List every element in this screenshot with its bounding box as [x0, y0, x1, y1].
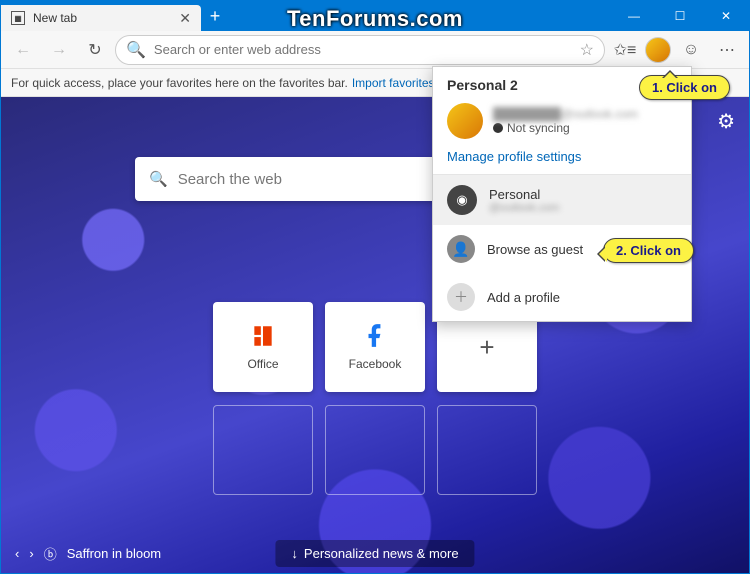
avatar-icon	[447, 103, 483, 139]
feedback-button[interactable]: ☺	[675, 34, 707, 66]
switch-profile-personal[interactable]: ◉ Personal @outlook.com	[433, 175, 691, 225]
favorites-bar-text: For quick access, place your favorites h…	[11, 76, 348, 90]
sync-dot-icon	[493, 123, 503, 133]
tile-placeholder	[325, 405, 425, 495]
window-controls: — ☐ ✕	[611, 1, 749, 31]
profile-name: Personal	[489, 187, 559, 202]
manage-profile-link[interactable]: Manage profile settings	[433, 145, 691, 174]
prev-image-button[interactable]: ‹	[15, 546, 19, 561]
image-caption: Saffron in bloom	[67, 546, 161, 561]
favorite-star-icon[interactable]: ☆	[580, 40, 594, 60]
search-icon: 🔍	[149, 170, 168, 188]
annotation-callout-1: 1. Click on	[639, 75, 730, 100]
current-profile: ████████@outlook.com Not syncing	[433, 97, 691, 145]
chevron-down-icon: ↓	[291, 546, 298, 561]
profile-button[interactable]	[645, 37, 671, 63]
new-tab-button[interactable]: +	[201, 1, 229, 31]
maximize-button[interactable]: ☐	[657, 1, 703, 31]
search-icon: 🔍	[126, 40, 146, 60]
sync-status: Not syncing	[493, 121, 638, 135]
profile-flyout: Personal 2 ████████@outlook.com Not sync…	[432, 66, 692, 322]
import-favorites-link[interactable]: Import favorites	[352, 76, 435, 90]
bing-icon: ⓑ	[44, 544, 57, 563]
plus-icon: +	[479, 332, 494, 363]
address-input[interactable]	[154, 42, 572, 57]
guest-icon: 👤	[447, 235, 475, 263]
tab-favicon: ▦	[11, 11, 25, 25]
refresh-button[interactable]: ↻	[79, 34, 111, 66]
tab-title: New tab	[33, 11, 171, 25]
back-button[interactable]: ←	[7, 34, 39, 66]
add-profile-icon: ＋	[447, 283, 475, 311]
minimize-button[interactable]: —	[611, 1, 657, 31]
titlebar: ▦ New tab ✕ + — ☐ ✕	[1, 1, 749, 31]
avatar-icon: ◉	[447, 185, 477, 215]
tile-label: Office	[247, 357, 278, 371]
page-settings-button[interactable]: ⚙	[717, 109, 735, 134]
close-button[interactable]: ✕	[703, 1, 749, 31]
news-toggle[interactable]: ↓ Personalized news & more	[275, 540, 474, 567]
favorites-button[interactable]: ✩≡	[609, 34, 641, 66]
profile-email: @outlook.com	[489, 202, 559, 214]
quick-links-row2	[213, 405, 537, 495]
news-label: Personalized news & more	[304, 546, 459, 561]
annotation-callout-2: 2. Click on	[603, 238, 694, 263]
browser-tab[interactable]: ▦ New tab ✕	[1, 5, 201, 31]
tile-label: Facebook	[349, 357, 402, 371]
menu-button[interactable]: ⋯	[711, 34, 743, 66]
toolbar: ← → ↻ 🔍 ☆ ✩≡ ☺ ⋯	[1, 31, 749, 69]
tile-placeholder	[437, 405, 537, 495]
ntp-footer: ‹ › ⓑ Saffron in bloom ↓ Personalized ne…	[1, 533, 749, 573]
add-profile[interactable]: ＋ Add a profile	[433, 273, 691, 321]
facebook-icon	[362, 323, 388, 349]
profile-email: ████████@outlook.com	[493, 107, 638, 121]
office-icon	[250, 323, 276, 349]
tile-office[interactable]: Office	[213, 302, 313, 392]
ntp-search-placeholder: Search the web	[178, 171, 282, 188]
tile-placeholder	[213, 405, 313, 495]
next-image-button[interactable]: ›	[29, 546, 33, 561]
address-bar[interactable]: 🔍 ☆	[115, 35, 605, 65]
forward-button[interactable]: →	[43, 34, 75, 66]
tab-close-icon[interactable]: ✕	[179, 10, 191, 27]
tile-facebook[interactable]: Facebook	[325, 302, 425, 392]
